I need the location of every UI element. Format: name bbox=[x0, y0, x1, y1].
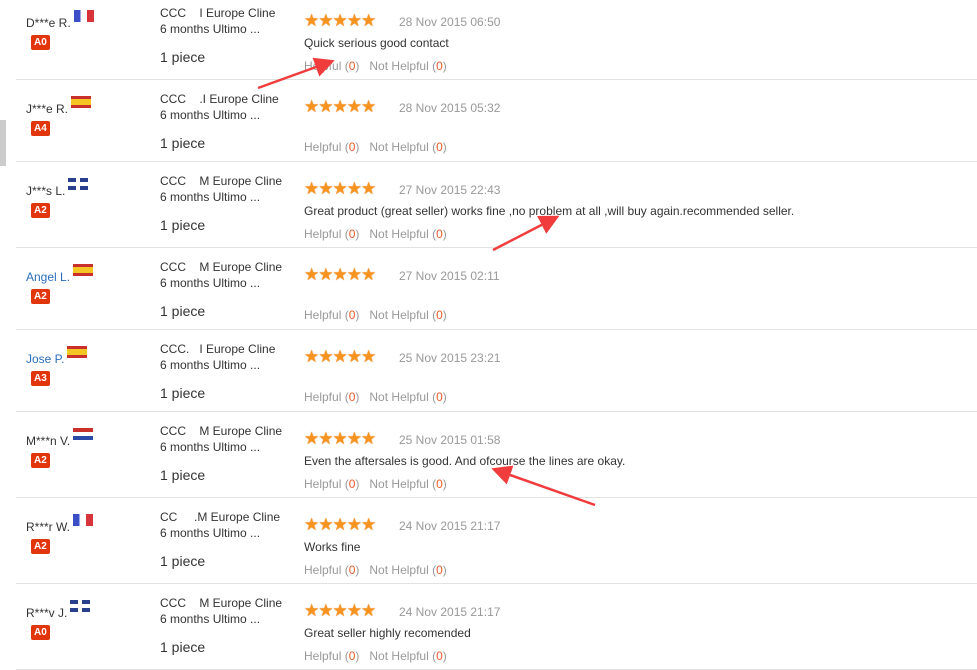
quantity: 1 piece bbox=[160, 639, 206, 655]
helpful-votes: Helpful (0) Not Helpful (0) bbox=[304, 649, 447, 663]
not-helpful-count: 0 bbox=[436, 649, 443, 663]
helpful-count: 0 bbox=[348, 649, 356, 663]
helpful-button[interactable]: Helpful (0) bbox=[304, 649, 359, 663]
not-helpful-label: Not Helpful bbox=[369, 649, 429, 663]
red-arrow bbox=[492, 215, 560, 252]
not-helpful-button[interactable]: Not Helpful (0) bbox=[369, 649, 446, 663]
red-arrow bbox=[491, 465, 596, 507]
red-arrow bbox=[257, 57, 335, 90]
annotation-arrows bbox=[257, 57, 596, 507]
helpful-label: Helpful bbox=[304, 649, 342, 663]
